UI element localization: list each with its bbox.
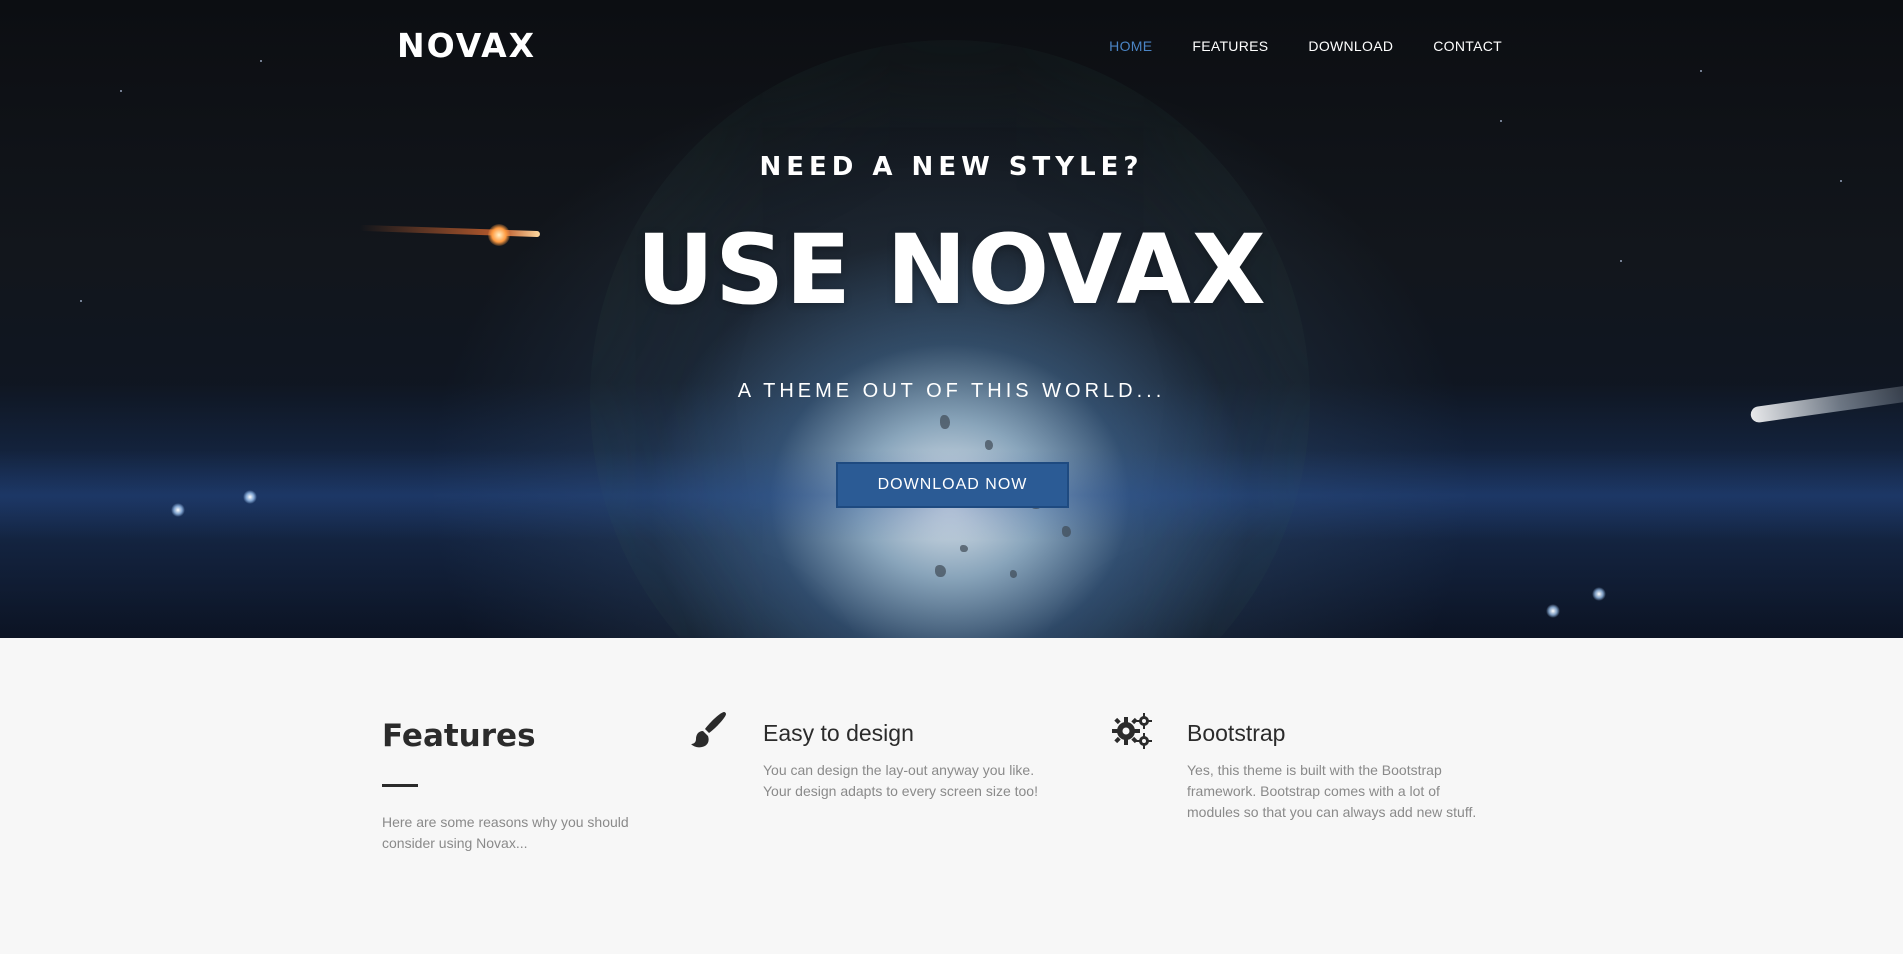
star bbox=[260, 60, 262, 62]
features-divider bbox=[382, 784, 418, 787]
star bbox=[1500, 120, 1502, 122]
star-flare bbox=[1592, 587, 1606, 601]
gears-icon bbox=[1112, 711, 1152, 751]
debris bbox=[1010, 570, 1017, 578]
debris bbox=[935, 565, 946, 577]
hero-subtitle: NEED A NEW STYLE? bbox=[759, 152, 1144, 182]
hero-section: NOVAX HOME FEATURES DOWNLOAD CONTACT NEE… bbox=[0, 0, 1903, 638]
download-now-button[interactable]: DOWNLOAD NOW bbox=[836, 462, 1069, 508]
hero-title: USE NOVAX bbox=[636, 214, 1267, 326]
debris bbox=[940, 415, 950, 429]
nav-item-download[interactable]: DOWNLOAD bbox=[1308, 38, 1393, 54]
debris bbox=[1062, 526, 1071, 537]
star bbox=[1700, 70, 1702, 72]
feature-text-bootstrap: Yes, this theme is built with the Bootst… bbox=[1187, 762, 1477, 820]
site-logo[interactable]: NOVAX bbox=[397, 26, 536, 65]
debris bbox=[985, 440, 993, 450]
star-flare bbox=[243, 490, 257, 504]
star-flare bbox=[171, 503, 185, 517]
nav-item-home[interactable]: HOME bbox=[1109, 38, 1152, 54]
features-heading: Features bbox=[382, 718, 536, 754]
features-section: Features Here are some reasons why you s… bbox=[0, 638, 1903, 954]
feature-title-bootstrap: Bootstrap bbox=[1187, 720, 1286, 746]
paintbrush-icon bbox=[688, 710, 728, 750]
main-nav: HOME FEATURES DOWNLOAD CONTACT bbox=[1109, 38, 1502, 54]
debris bbox=[960, 545, 968, 552]
hero-tagline: A THEME OUT OF THIS WORLD... bbox=[737, 380, 1166, 402]
hero-glow bbox=[590, 40, 1310, 638]
features-intro: Here are some reasons why you should con… bbox=[382, 814, 629, 851]
feature-text-design: You can design the lay-out anyway you li… bbox=[763, 762, 1038, 799]
nav-item-features[interactable]: FEATURES bbox=[1192, 38, 1268, 54]
feature-title-design: Easy to design bbox=[763, 720, 914, 746]
nav-item-contact[interactable]: CONTACT bbox=[1433, 38, 1502, 54]
star-flare bbox=[1546, 604, 1560, 618]
star bbox=[120, 90, 122, 92]
